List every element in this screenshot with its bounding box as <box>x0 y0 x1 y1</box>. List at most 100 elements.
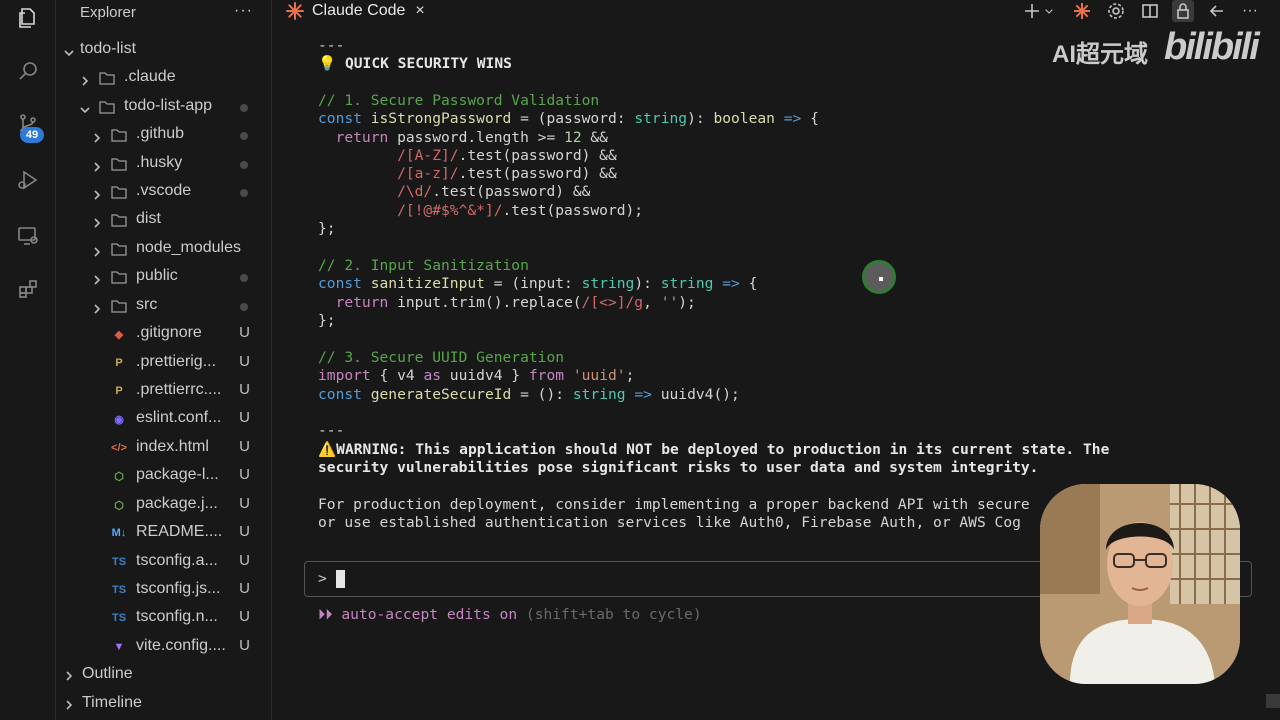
source-control-badge: 49 <box>20 127 44 143</box>
chevron-down-icon <box>64 45 74 57</box>
git-status-badge: U <box>239 353 250 370</box>
tree-item-label: README.... <box>136 523 223 540</box>
explorer-title: Explorer <box>80 4 136 21</box>
tree-item-label: dist <box>136 210 161 227</box>
new-chat-icon[interactable] <box>1021 0 1043 22</box>
code-block-uuid: // 3. Secure UUID Generation import { v4… <box>318 349 740 403</box>
chevron-right-icon <box>92 215 102 228</box>
code-block-password: // 1. Secure Password Validation const i… <box>318 92 819 238</box>
tree-item-label: tsconfig.js... <box>136 580 221 597</box>
folder-item[interactable]: .vscode <box>56 178 272 206</box>
tree-item-label: .claude <box>124 68 176 85</box>
git-status-badge: U <box>239 466 250 483</box>
tree-item-label: tsconfig.a... <box>136 552 218 569</box>
prompt-symbol: > <box>318 570 327 587</box>
chevron-right-icon <box>64 668 74 681</box>
remote-explorer-icon[interactable] <box>14 222 42 250</box>
tree-item-label: .husky <box>136 154 183 171</box>
tree-item-label: .prettierrc.... <box>136 381 222 398</box>
chevron-right-icon <box>92 301 102 314</box>
activity-bar: 49 <box>0 0 56 720</box>
file-type-icon: ⬡ <box>114 499 124 512</box>
file-item[interactable]: TS tsconfig.n... U <box>56 604 272 632</box>
folder-item[interactable]: public <box>56 263 272 291</box>
git-status-badge: U <box>239 523 250 540</box>
claude-icon[interactable] <box>1071 0 1093 22</box>
bilibili-logo: bilibili <box>1164 26 1260 68</box>
tab-bar: Claude Code × ··· <box>272 0 1280 22</box>
git-status-badge: U <box>239 495 250 512</box>
git-status-badge: U <box>239 324 250 341</box>
tree-item-label: tsconfig.n... <box>136 608 218 625</box>
tree-item-label: index.html <box>136 438 209 455</box>
timeline-section[interactable]: Timeline <box>56 689 272 717</box>
file-type-icon: ◆ <box>114 328 124 341</box>
separator: --- <box>318 422 345 439</box>
chevron-right-icon <box>64 697 74 710</box>
file-type-icon: ◉ <box>114 413 124 426</box>
explorer-sidebar: Explorer ··· todo-list .claude todo-list-a… <box>56 0 272 720</box>
git-status-badge: U <box>239 608 250 625</box>
chevron-down-icon[interactable] <box>1042 0 1056 22</box>
file-item[interactable]: P .prettierig... U <box>56 349 272 377</box>
folder-item[interactable]: .claude <box>56 64 272 92</box>
chevron-right-icon <box>92 244 102 257</box>
chevron-right-icon <box>92 272 102 285</box>
folder-icon <box>98 69 116 87</box>
file-item[interactable]: ◆ .gitignore U <box>56 320 272 348</box>
file-item[interactable]: TS tsconfig.js... U <box>56 576 272 604</box>
tree-item-label: package.j... <box>136 495 218 512</box>
chevron-right-icon <box>92 130 102 143</box>
more-actions-icon[interactable]: ··· <box>1239 0 1261 22</box>
extensions-icon[interactable] <box>14 275 42 303</box>
quick-wins-heading: 💡 QUICK SECURITY WINS <box>318 55 512 72</box>
file-type-icon: ▼ <box>113 641 125 653</box>
file-item[interactable]: ◉ eslint.conf... U <box>56 405 272 433</box>
file-item[interactable]: </> index.html U <box>56 434 272 462</box>
folder-icon <box>110 211 128 229</box>
claude-icon <box>286 2 304 20</box>
folder-item[interactable]: src <box>56 292 272 320</box>
file-type-icon: </> <box>111 442 127 454</box>
split-editor-icon[interactable] <box>1139 0 1161 22</box>
folder-item[interactable]: dist <box>56 206 272 234</box>
folder-icon <box>110 268 128 286</box>
settings-gear-icon[interactable] <box>1105 0 1127 22</box>
tree-item-label: todo-list-app <box>124 97 213 114</box>
file-item[interactable]: ▼ vite.config.... U <box>56 633 272 661</box>
tree-item-label: vite.config.... <box>136 637 226 654</box>
file-type-icon: TS <box>111 612 127 624</box>
file-item[interactable]: TS tsconfig.a... U <box>56 548 272 576</box>
search-icon[interactable] <box>14 57 42 85</box>
git-status-badge: U <box>239 580 250 597</box>
file-item[interactable]: M↓ README.... U <box>56 519 272 547</box>
modified-indicator <box>240 303 248 311</box>
explorer-icon[interactable] <box>14 4 42 32</box>
claude-code-panel: --- 💡 QUICK SECURITY WINS // 1. Secure P… <box>272 22 1280 720</box>
folder-item[interactable]: todo-list <box>56 36 272 64</box>
close-tab-button[interactable]: × <box>415 2 424 20</box>
folder-icon <box>110 126 128 144</box>
tab-claude-code[interactable]: Claude Code × <box>280 0 431 22</box>
file-item[interactable]: P .prettierrc.... U <box>56 377 272 405</box>
folder-item[interactable]: todo-list-app <box>56 93 272 121</box>
outline-section[interactable]: Outline <box>56 660 272 688</box>
file-type-icon: TS <box>111 584 127 596</box>
file-item[interactable]: ⬡ package.j... U <box>56 491 272 519</box>
warning-line-2: security vulnerabilities pose significan… <box>318 459 1039 476</box>
back-arrow-icon[interactable] <box>1206 0 1228 22</box>
more-actions-icon[interactable]: ··· <box>234 2 253 20</box>
file-type-icon: P <box>115 385 123 397</box>
modified-indicator <box>240 189 248 197</box>
file-item[interactable]: ⬡ package-l... U <box>56 462 272 490</box>
tree-item-label: public <box>136 267 178 284</box>
folder-item[interactable]: node_modules <box>56 235 272 263</box>
tree-item-label: .gitignore <box>136 324 202 341</box>
folder-item[interactable]: .github <box>56 121 272 149</box>
lock-icon[interactable] <box>1172 0 1194 22</box>
modified-indicator <box>240 104 248 112</box>
chevron-right-icon <box>80 73 90 86</box>
folder-item[interactable]: .husky <box>56 150 272 178</box>
production-line-1: For production deployment, consider impl… <box>318 496 1030 513</box>
run-debug-icon[interactable] <box>14 166 42 194</box>
